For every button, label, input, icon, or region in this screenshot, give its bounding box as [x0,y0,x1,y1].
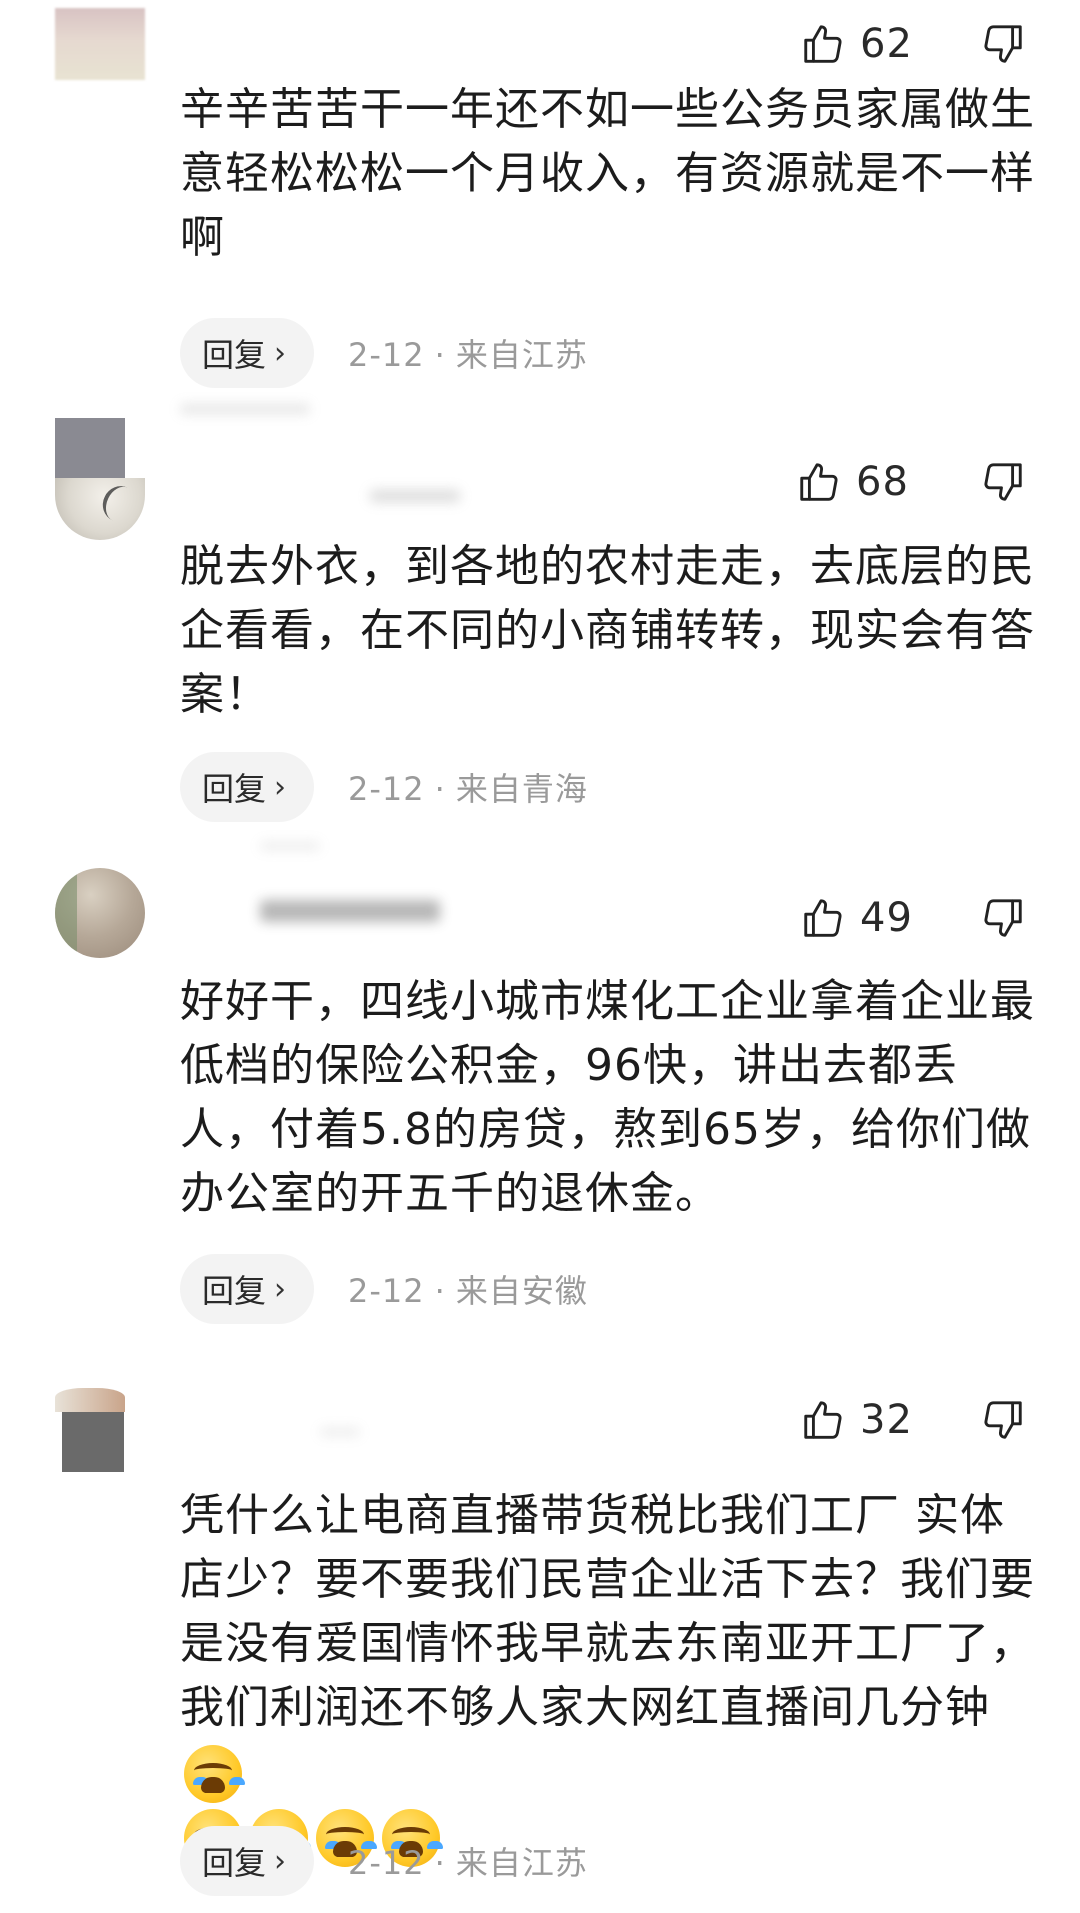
meta-separator: · [434,1272,446,1310]
reply-label: 回复 [202,1844,267,1882]
dislike-button[interactable] [978,14,1028,74]
thumbs-down-icon [984,25,1022,63]
avatar[interactable] [55,1388,125,1412]
avatar[interactable] [62,1412,124,1472]
chevron-right-icon: › [274,1843,287,1879]
reply-label: 回复 [202,336,267,374]
comment-footer: 回复 › 2-12 · 来自安徽 [180,1254,588,1324]
comment-footer: 回复 › 2-12 · 来自江苏 [180,1826,588,1896]
comment-text: 辛辛苦苦干一年还不如一些公务员家属做生意轻松松松一个月收入，有资源就是不一样啊 [180,84,1035,263]
comment-location: 来自青海 [455,770,588,808]
like-count: 49 [860,895,913,941]
reply-button[interactable]: 回复 › [180,1826,315,1896]
chevron-right-icon: › [274,769,287,805]
comment-text: 好好干，四线小城市煤化工企业拿着企业最低档的保险公积金，96快，讲出去都丢人，付… [180,976,1035,1219]
chevron-right-icon: › [274,335,287,371]
comment-date: 2-12 [348,1272,425,1310]
comment-date: 2-12 [348,770,425,808]
dislike-button[interactable] [978,452,1028,512]
like-button[interactable]: 62 [800,14,913,74]
thumbs-up-icon [804,1401,842,1439]
comment-text-body: 凭什么让电商直播带货税比我们工厂 实体店少？要不要我们民营企业活下去？我们要是没… [180,1490,1035,1733]
like-button[interactable]: 68 [796,452,909,512]
comment-location: 来自江苏 [455,1844,588,1882]
like-button[interactable]: 32 [800,1390,913,1450]
thumbs-up-icon [804,899,842,937]
reply-button[interactable]: 回复 › [180,752,315,822]
username-blurred [370,490,460,502]
dislike-button[interactable] [978,888,1028,948]
comment-text: 凭什么让电商直播带货税比我们工厂 实体店少？要不要我们民营企业活下去？我们要是没… [180,1484,1040,1868]
avatar[interactable] [55,868,145,958]
username-blurred [260,900,440,922]
comment-meta: 2-12 · 来自安徽 [348,1266,588,1312]
thumbs-up-icon [800,463,838,501]
thumbs-down-icon [984,899,1022,937]
like-count: 32 [860,1397,913,1443]
like-count: 62 [860,21,913,67]
username-blurred [180,404,310,414]
comment-date: 2-12 [348,336,425,374]
comment-footer: 回复 › 2-12 · 来自青海 [180,752,588,822]
reply-label: 回复 [202,770,267,808]
meta-separator: · [434,1844,446,1882]
chevron-right-icon: › [274,1271,287,1307]
comment-location: 来自安徽 [455,1272,588,1310]
avatar[interactable] [55,478,145,540]
username-blurred [260,842,320,850]
dislike-button[interactable] [978,1390,1028,1450]
thumbs-up-icon [804,25,842,63]
comment-meta: 2-12 · 来自江苏 [348,1838,588,1884]
comment-text: 脱去外衣，到各地的农村走走，去底层的民企看看，在不同的小商铺转转，现实会有答案！ [180,541,1035,720]
like-button[interactable]: 49 [800,888,913,948]
comment-meta: 2-12 · 来自江苏 [348,330,588,376]
comment-date: 2-12 [348,1844,425,1882]
reply-label: 回复 [202,1272,267,1310]
crying-emoji [184,1745,242,1803]
username-blurred [320,1428,360,1436]
reply-button[interactable]: 回复 › [180,1254,315,1324]
avatar[interactable] [55,8,145,80]
thumbs-down-icon [984,463,1022,501]
meta-separator: · [434,770,446,808]
like-count: 68 [856,459,909,505]
reply-button[interactable]: 回复 › [180,318,315,388]
comment-footer: 回复 › 2-12 · 来自江苏 [180,318,588,388]
avatar[interactable] [55,418,125,478]
comment-location: 来自江苏 [455,336,588,374]
meta-separator: · [434,336,446,374]
thumbs-down-icon [984,1401,1022,1439]
comment-meta: 2-12 · 来自青海 [348,764,588,810]
